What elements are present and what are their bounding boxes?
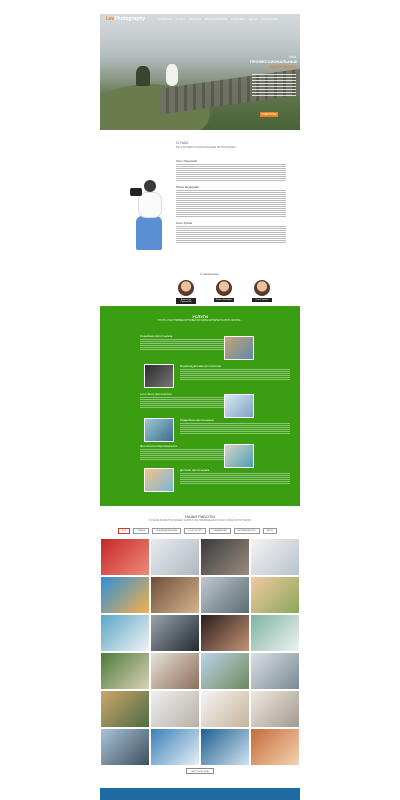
nav-item-prices[interactable]: ЦЕНЫ <box>248 17 257 21</box>
photo-tile[interactable] <box>200 652 250 690</box>
footer-strip <box>100 788 300 800</box>
filter-family[interactable]: СЕМЬЯ <box>133 528 150 534</box>
hero-couple <box>166 64 178 86</box>
main-nav: ГЛАВНАЯ О НАС УСЛУГИ ФОТОГАЛЕРЕЯ ОТЗЫВЫ … <box>158 17 278 21</box>
photo-tile[interactable] <box>100 614 150 652</box>
service-title: Детская фотосъемка <box>180 468 210 472</box>
service-title: Свадебная фотосъемка <box>180 418 214 422</box>
service-title: Индивидуальная фотосессия <box>180 364 222 368</box>
services-section: УСЛУГИ ПУСТЬ СЧАСТЛИВЫЕ МГНОВЕНИЯ ЗАПЕЧА… <box>100 306 300 506</box>
page: i.svPhotography ГЛАВНАЯ О НАС УСЛУГИ ФОТ… <box>0 0 400 800</box>
hero-line3: ФОТОГРАФЫ <box>269 64 296 69</box>
about-signature: С уважением, <box>200 272 220 276</box>
nav-item-services[interactable]: УСЛУГИ <box>189 17 201 21</box>
about-text: Олег Пронский Юлия Фёдорова Олег Зубов <box>176 156 286 244</box>
hero-tree <box>136 66 150 86</box>
team-member[interactable]: Александр Прокопенко <box>176 280 196 304</box>
team-member-name: Никита Фёдорова <box>214 298 234 302</box>
service-photo <box>224 444 254 468</box>
photo-tile[interactable] <box>150 538 200 576</box>
works-filters: ВСЕ СЕМЬЯ ИНДИВИДУАЛЬНАЯ LOVE STORY СВАД… <box>118 528 277 534</box>
photo-tile[interactable] <box>150 728 200 766</box>
about-para-title: Юлия Фёдорова <box>176 185 199 189</box>
photo-tile[interactable] <box>150 576 200 614</box>
team-avatars: Александр Прокопенко Никита Фёдорова Оль… <box>176 280 272 304</box>
photo-tile[interactable] <box>250 690 300 728</box>
service-photo <box>224 336 254 360</box>
service-text <box>180 473 290 485</box>
avatar <box>254 280 270 296</box>
photo-tile[interactable] <box>100 690 150 728</box>
service-photo <box>224 394 254 418</box>
photographer-illustration <box>126 178 170 258</box>
hero-more-button[interactable]: ПОДРОБНЕЕ <box>260 112 278 117</box>
hero: i.svPhotography ГЛАВНАЯ О НАС УСЛУГИ ФОТ… <box>100 14 300 130</box>
service-text <box>180 369 290 381</box>
hero-text-block <box>252 74 296 96</box>
avatar <box>178 280 194 296</box>
photographer-body <box>138 192 162 218</box>
team-member-name: Александр Прокопенко <box>176 298 196 304</box>
load-more-button[interactable]: ЗАГРУЗИТЬ ЕЩЁ <box>186 768 214 774</box>
photo-tile[interactable] <box>100 538 150 576</box>
about-para-text <box>176 164 286 182</box>
logo-text: Photography <box>114 16 146 22</box>
photo-grid <box>100 538 300 766</box>
photo-tile[interactable] <box>150 614 200 652</box>
works-section: НАШИ РАБОТЫ ЛУЧШИЕ МОМЕНТЫ ВАШЕЙ ЖИЗНИ М… <box>100 506 300 776</box>
service-item[interactable]: Детская фотосъемка <box>180 468 290 485</box>
photo-tile[interactable] <box>200 576 250 614</box>
photo-tile[interactable] <box>150 690 200 728</box>
nav-item-gallery[interactable]: ФОТОГАЛЕРЕЯ <box>205 17 227 21</box>
team-member[interactable]: Никита Фёдорова <box>214 280 234 304</box>
photo-tile[interactable] <box>250 652 300 690</box>
nav-item-reviews[interactable]: ОТЗЫВЫ <box>231 17 244 21</box>
filter-pregnancy[interactable]: БЕРЕМЕННОСТЬ <box>233 528 260 534</box>
photo-tile[interactable] <box>100 652 150 690</box>
nav-item-home[interactable]: ГЛАВНАЯ <box>158 17 172 21</box>
filter-love-story[interactable]: LOVE STORY <box>184 528 207 534</box>
photo-tile[interactable] <box>100 576 150 614</box>
about-section: О НАС Мы ПРОФЕССИОНАЛЬНЫЕ ФОТОГРАФЫ Олег… <box>100 130 300 306</box>
filter-wedding[interactable]: СВАДЕБНАЯ <box>209 528 231 534</box>
site-container: i.svPhotography ГЛАВНАЯ О НАС УСЛУГИ ФОТ… <box>100 14 300 776</box>
about-para-text <box>176 226 286 244</box>
nav-item-about[interactable]: О НАС <box>176 17 185 21</box>
filter-all[interactable]: ВСЕ <box>118 528 131 534</box>
site-logo[interactable]: i.svPhotography <box>106 16 145 22</box>
photo-tile[interactable] <box>200 690 250 728</box>
service-photo <box>144 418 174 442</box>
team-member-name: Ольга Зубова <box>252 298 272 302</box>
photo-tile[interactable] <box>200 728 250 766</box>
photo-tile[interactable] <box>250 728 300 766</box>
service-text <box>180 423 290 435</box>
about-para-title: Олег Зубов <box>176 221 192 225</box>
works-subtitle: ЛУЧШИЕ МОМЕНТЫ ВАШЕЙ ЖИЗНИ МЫ ПРЕВРАЩАЕМ… <box>148 519 252 522</box>
avatar <box>216 280 232 296</box>
photo-tile[interactable] <box>250 614 300 652</box>
about-para-text <box>176 190 286 208</box>
nav-item-contacts[interactable]: КОНТАКТЫ <box>261 17 277 21</box>
photo-tile[interactable] <box>250 538 300 576</box>
about-subtitle: Мы ПРОФЕССИОНАЛЬНЫЕ ФОТОГРАФЫ <box>176 145 236 149</box>
about-para-title: Олег Пронский <box>176 159 197 163</box>
services-subtitle: ПУСТЬ СЧАСТЛИВЫЕ МГНОВЕНИЯ ЗАПЕЧАТЛЕНЫ Н… <box>157 319 243 322</box>
about-para-text <box>176 208 286 218</box>
service-photo <box>144 364 174 388</box>
hero-title: МЫ ПРОФЕССИОНАЛЬНЫЕ ФОТОГРАФЫ <box>250 54 297 69</box>
photographer-legs <box>136 216 162 250</box>
service-item[interactable]: Индивидуальная фотосессия <box>180 364 290 381</box>
photo-tile[interactable] <box>200 538 250 576</box>
camera-icon <box>130 188 142 196</box>
photographer-head <box>144 180 156 192</box>
filter-kids[interactable]: ДЕТИ <box>262 528 277 534</box>
photo-tile[interactable] <box>100 728 150 766</box>
photo-tile[interactable] <box>250 576 300 614</box>
service-photo <box>144 468 174 492</box>
filter-individual[interactable]: ИНДИВИДУАЛЬНАЯ <box>152 528 182 534</box>
service-item[interactable]: Свадебная фотосъемка <box>180 418 290 435</box>
team-member[interactable]: Ольга Зубова <box>252 280 272 304</box>
photo-tile[interactable] <box>150 652 200 690</box>
photo-tile[interactable] <box>200 614 250 652</box>
